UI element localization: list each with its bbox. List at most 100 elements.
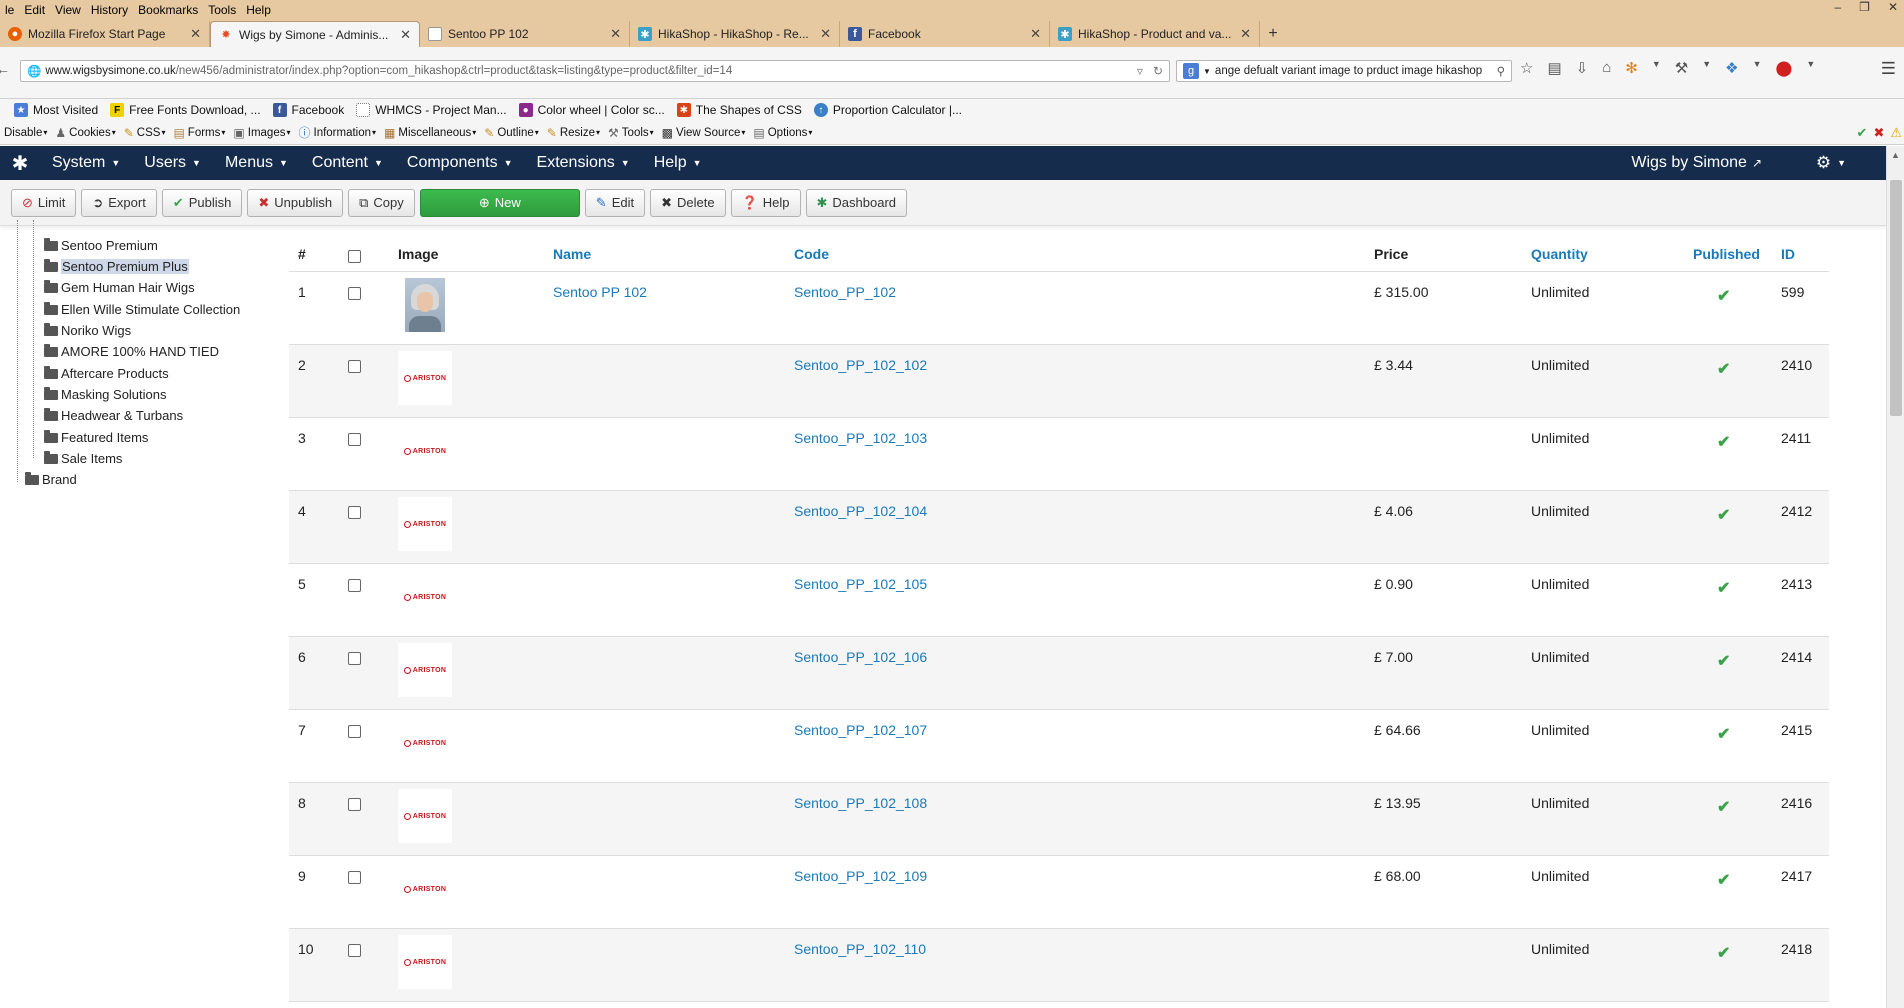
scrollbar-thumb[interactable]: [1890, 180, 1902, 416]
header-id[interactable]: ID: [1781, 246, 1795, 262]
product-thumbnail[interactable]: ARISTON: [398, 935, 452, 989]
adblock-icon[interactable]: ⬤: [1776, 59, 1793, 77]
product-thumbnail[interactable]: ARISTON: [398, 643, 452, 697]
close-icon[interactable]: ✕: [190, 26, 201, 42]
row-checkbox[interactable]: [348, 798, 361, 811]
product-thumbnail[interactable]: ARISTON: [398, 351, 452, 405]
published-check-icon[interactable]: ✔: [1717, 724, 1730, 744]
tree-node-ellen-wille[interactable]: Ellen Wille Stimulate Collection: [44, 301, 240, 317]
nav-system[interactable]: System ▼: [40, 154, 132, 172]
row-checkbox[interactable]: [348, 579, 361, 592]
webdev-forms[interactable]: ▤ Forms ▾: [173, 126, 225, 140]
help-button[interactable]: ❓ Help: [730, 188, 801, 217]
dropdown-icon[interactable]: ▿: [1137, 64, 1143, 78]
scroll-up-icon[interactable]: ▲: [1891, 150, 1900, 160]
download-icon[interactable]: ⇩: [1576, 59, 1589, 77]
tree-node-amore[interactable]: AMORE 100% HAND TIED: [44, 343, 219, 359]
nav-users[interactable]: Users ▼: [132, 154, 213, 172]
row-checkbox[interactable]: [348, 506, 361, 519]
header-quantity[interactable]: Quantity: [1531, 246, 1588, 262]
tab-mozilla-start[interactable]: ● Mozilla Firefox Start Page ✕: [0, 21, 210, 47]
copy-button[interactable]: ⧉ Copy: [348, 188, 415, 217]
nav-content[interactable]: Content ▼: [300, 154, 395, 172]
google-icon[interactable]: g: [1183, 63, 1199, 79]
unpublish-button[interactable]: ✖ Unpublish: [247, 188, 344, 217]
bookmark-color-wheel[interactable]: ● Color wheel | Color sc...: [518, 103, 665, 117]
tab-hikashop-product[interactable]: ✱ HikaShop - Product and va... ✕: [1050, 21, 1260, 47]
tab-facebook[interactable]: f Facebook ✕: [840, 21, 1050, 47]
header-name[interactable]: Name: [553, 246, 591, 262]
header-code[interactable]: Code: [794, 246, 829, 262]
bookmark-most-visited[interactable]: ★ Most Visited: [14, 103, 98, 117]
published-check-icon[interactable]: ✔: [1717, 797, 1730, 817]
bookmark-whmcs[interactable]: WHMCS - Project Man...: [356, 103, 507, 117]
tree-node-gem-human-hair[interactable]: Gem Human Hair Wigs: [44, 279, 195, 295]
pointer-icon[interactable]: ❖: [1725, 59, 1738, 77]
restore-icon[interactable]: ❐: [1859, 0, 1870, 14]
extension-icon[interactable]: ✻: [1625, 59, 1638, 77]
valid-check-icon[interactable]: ✔: [1857, 125, 1868, 141]
page-scrollbar[interactable]: ▲: [1886, 146, 1904, 1008]
webdev-disable[interactable]: Disable ▾: [4, 127, 47, 139]
back-icon[interactable]: ←: [0, 61, 10, 77]
chevron-down-icon[interactable]: ▼: [1652, 59, 1661, 77]
warning-icon[interactable]: ⚠: [1890, 125, 1902, 141]
row-checkbox[interactable]: [348, 433, 361, 446]
bookmark-facebook[interactable]: f Facebook: [272, 103, 344, 117]
home-icon[interactable]: ⌂: [1602, 59, 1611, 77]
search-icon[interactable]: ⚲: [1497, 64, 1505, 78]
tab-sentoo-pp-102[interactable]: Sentoo PP 102 ✕: [420, 21, 630, 47]
webdev-information[interactable]: ⓘ Information ▾: [298, 124, 376, 141]
product-thumbnail[interactable]: ARISTON: [398, 862, 452, 916]
published-check-icon[interactable]: ✔: [1717, 943, 1730, 963]
bookmark-proportion-calculator[interactable]: ↑ Proportion Calculator |...: [813, 103, 962, 117]
reload-icon[interactable]: ↻: [1153, 64, 1163, 78]
product-code-link[interactable]: Sentoo_PP_102_106: [794, 649, 927, 665]
menu-bookmarks[interactable]: Bookmarks: [133, 3, 203, 17]
tree-node-noriko[interactable]: Noriko Wigs: [44, 322, 131, 338]
menu-edit[interactable]: Edit: [19, 3, 50, 17]
export-button[interactable]: ➲ Export: [81, 188, 157, 217]
close-icon[interactable]: ✕: [610, 26, 621, 42]
product-code-link[interactable]: Sentoo_PP_102_105: [794, 576, 927, 592]
menu-icon[interactable]: ☰: [1881, 59, 1896, 79]
nav-menus[interactable]: Menus ▼: [213, 154, 300, 172]
bookmark-star-icon[interactable]: ☆: [1520, 59, 1533, 77]
publish-button[interactable]: ✔ Publish: [161, 188, 243, 217]
published-check-icon[interactable]: ✔: [1717, 578, 1730, 598]
webdev-images[interactable]: ▣ Images ▾: [233, 126, 290, 140]
tree-node-headwear[interactable]: Headwear & Turbans: [44, 407, 183, 423]
product-thumbnail[interactable]: ARISTON: [398, 497, 452, 551]
webdev-options[interactable]: ▤ Options ▾: [753, 126, 812, 140]
settings-menu[interactable]: ⚙ ▼: [1816, 146, 1846, 180]
tree-node-sentoo-premium[interactable]: Sentoo Premium: [44, 237, 158, 253]
row-checkbox[interactable]: [348, 287, 361, 300]
published-check-icon[interactable]: ✔: [1717, 505, 1730, 525]
product-thumbnail[interactable]: ARISTON: [398, 424, 452, 478]
tab-wigs-admin[interactable]: ✸ Wigs by Simone - Adminis... ✕: [210, 21, 420, 47]
joomla-logo-icon[interactable]: ✱: [0, 146, 40, 180]
product-thumbnail[interactable]: ARISTON: [398, 789, 452, 843]
product-thumbnail[interactable]: ARISTON: [398, 716, 452, 770]
header-published[interactable]: Published: [1693, 246, 1760, 262]
product-name-link[interactable]: Sentoo PP 102: [553, 284, 647, 300]
menu-file[interactable]: le: [0, 3, 19, 17]
row-checkbox[interactable]: [348, 944, 361, 957]
site-link[interactable]: Wigs by Simone ↗: [1631, 146, 1762, 180]
tree-node-sale[interactable]: Sale Items: [44, 450, 122, 466]
tree-node-brand[interactable]: Brand: [25, 471, 77, 487]
chevron-down-icon[interactable]: ▼: [1753, 59, 1762, 77]
webdev-outline[interactable]: ✎ Outline ▾: [484, 126, 539, 140]
close-icon[interactable]: ✕: [1030, 26, 1041, 42]
product-code-link[interactable]: Sentoo_PP_102_110: [794, 941, 926, 957]
webdev-tools[interactable]: ⚒ Tools ▾: [608, 126, 654, 140]
product-code-link[interactable]: Sentoo_PP_102_109: [794, 868, 927, 884]
product-code-link[interactable]: Sentoo_PP_102_108: [794, 795, 927, 811]
tab-hikashop-re[interactable]: ✱ HikaShop - HikaShop - Re... ✕: [630, 21, 840, 47]
product-code-link[interactable]: Sentoo_PP_102_107: [794, 722, 927, 738]
nav-help[interactable]: Help ▼: [642, 154, 714, 172]
published-check-icon[interactable]: ✔: [1717, 359, 1730, 379]
webdev-miscellaneous[interactable]: ▦ Miscellaneous ▾: [384, 126, 476, 140]
webdev-resize[interactable]: ✎ Resize ▾: [547, 126, 600, 140]
error-icon[interactable]: ✖: [1873, 125, 1884, 141]
